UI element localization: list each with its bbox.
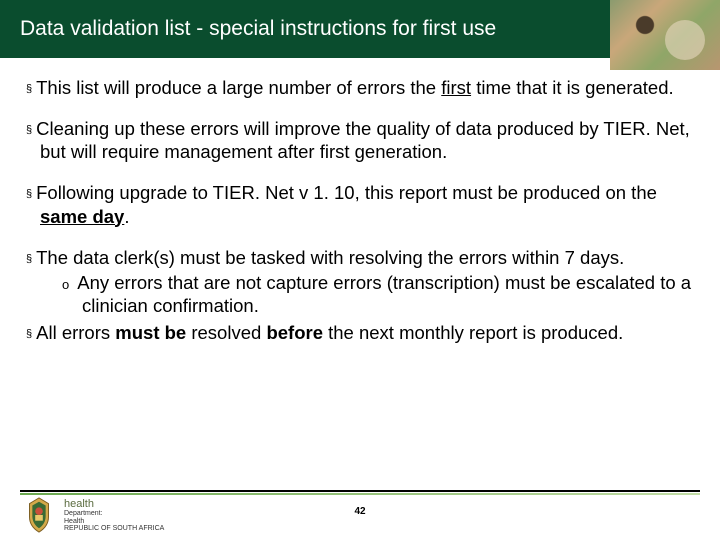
bullet-icon: §	[26, 328, 32, 340]
dept-sub1: Department:	[64, 510, 164, 518]
bullet-text: resolved	[186, 322, 266, 343]
bullet-5: § All errors must be resolved before the …	[26, 321, 694, 344]
title-bar: Data validation list - special instructi…	[0, 0, 720, 58]
bullet-4: § The data clerk(s) must be tasked with r…	[26, 246, 694, 269]
bullet-2: § Cleaning up these errors will improve t…	[26, 117, 694, 163]
bullet-text: .	[124, 206, 129, 227]
sub-bullet-4a: o Any errors that are not capture errors …	[26, 271, 694, 317]
bullet-1: § This list will produce a large number o…	[26, 76, 694, 99]
bullet-text: Cleaning up these errors will improve th…	[36, 118, 690, 162]
sub-bullet-text: Any errors that are not capture errors (…	[77, 272, 691, 316]
bullet-text: The data clerk(s) must be tasked with re…	[36, 247, 624, 268]
dept-sub3: REPUBLIC OF SOUTH AFRICA	[64, 525, 164, 533]
bullet-icon: §	[26, 253, 32, 265]
bullet-bold: before	[266, 322, 323, 343]
slide-title: Data validation list - special instructi…	[20, 17, 496, 41]
content-area: § This list will produce a large number o…	[0, 58, 720, 344]
bullet-underline: first	[441, 77, 471, 98]
bullet-block-4: § The data clerk(s) must be tasked with r…	[26, 246, 694, 345]
bullet-icon: §	[26, 124, 32, 136]
bullet-text: This list will produce a large number of…	[36, 77, 441, 98]
bullet-bold: must be	[115, 322, 186, 343]
footer-divider	[20, 490, 700, 492]
header-photo	[610, 0, 720, 70]
bullet-text: All errors	[36, 322, 115, 343]
bullet-text: the next monthly report is produced.	[323, 322, 623, 343]
page-number: 42	[354, 506, 365, 517]
bullet-icon: §	[26, 83, 32, 95]
dept-name: health	[64, 498, 164, 510]
bullet-3: § Following upgrade to TIER. Net v 1. 10,…	[26, 181, 694, 227]
bullet-icon: §	[26, 188, 32, 200]
bullet-text: time that it is generated.	[471, 77, 674, 98]
dept-sub2: Health	[64, 518, 164, 526]
sub-bullet-icon: o	[62, 277, 69, 292]
bullet-bold: same day	[40, 206, 124, 227]
bullet-text: Following upgrade to TIER. Net v 1. 10, …	[36, 182, 657, 203]
coat-of-arms-icon	[20, 496, 58, 534]
footer: health Department: Health REPUBLIC OF SO…	[0, 490, 720, 540]
department-label: health Department: Health REPUBLIC OF SO…	[64, 498, 164, 533]
